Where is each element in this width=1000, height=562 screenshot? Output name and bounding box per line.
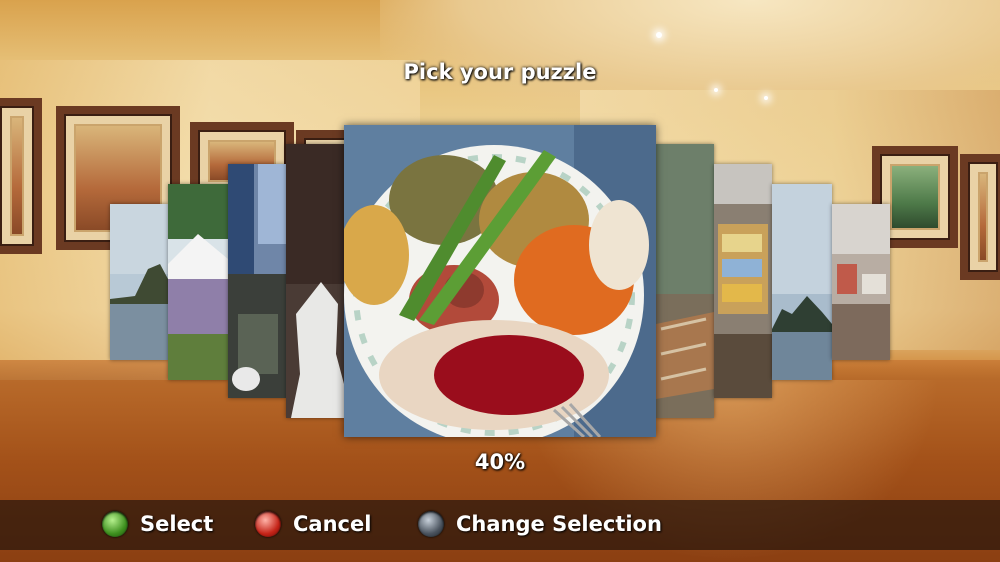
ceiling-light <box>656 32 662 38</box>
wall-painting <box>960 154 1000 280</box>
puzzle-tile-backyard-fence[interactable] <box>656 144 714 418</box>
change-selection-control[interactable]: Change Selection <box>418 511 662 537</box>
load-progress: 40% <box>474 450 526 474</box>
ceiling-light <box>764 96 768 100</box>
puzzle-tile-lavender-field[interactable] <box>168 184 228 380</box>
select-control[interactable]: Select <box>102 511 213 537</box>
red-button-icon <box>255 511 281 537</box>
dpad-button-icon <box>418 511 444 537</box>
cancel-control[interactable]: Cancel <box>255 511 371 537</box>
puzzle-tile-dragon-statue[interactable] <box>286 144 344 418</box>
wall-painting <box>0 98 42 254</box>
puzzle-tile-thanksgiving-dinner[interactable] <box>344 125 656 437</box>
screen-title: Pick your puzzle <box>403 60 597 84</box>
puzzle-picker-screen: Pick your puzzle 40% Select Cancel Chang… <box>0 0 1000 562</box>
ceiling-light <box>714 88 718 92</box>
puzzle-tile-store-shelf[interactable] <box>714 164 772 398</box>
select-label: Select <box>140 512 214 536</box>
change-selection-label: Change Selection <box>456 512 662 536</box>
green-button-icon <box>102 511 128 537</box>
puzzle-tile-cluttered-room[interactable] <box>832 204 890 360</box>
puzzle-tile-city-buildings[interactable] <box>228 164 286 398</box>
puzzle-tile-island-lake[interactable] <box>772 184 832 380</box>
cancel-label: Cancel <box>293 512 372 536</box>
puzzle-tile-coastal-lake[interactable] <box>110 204 168 360</box>
